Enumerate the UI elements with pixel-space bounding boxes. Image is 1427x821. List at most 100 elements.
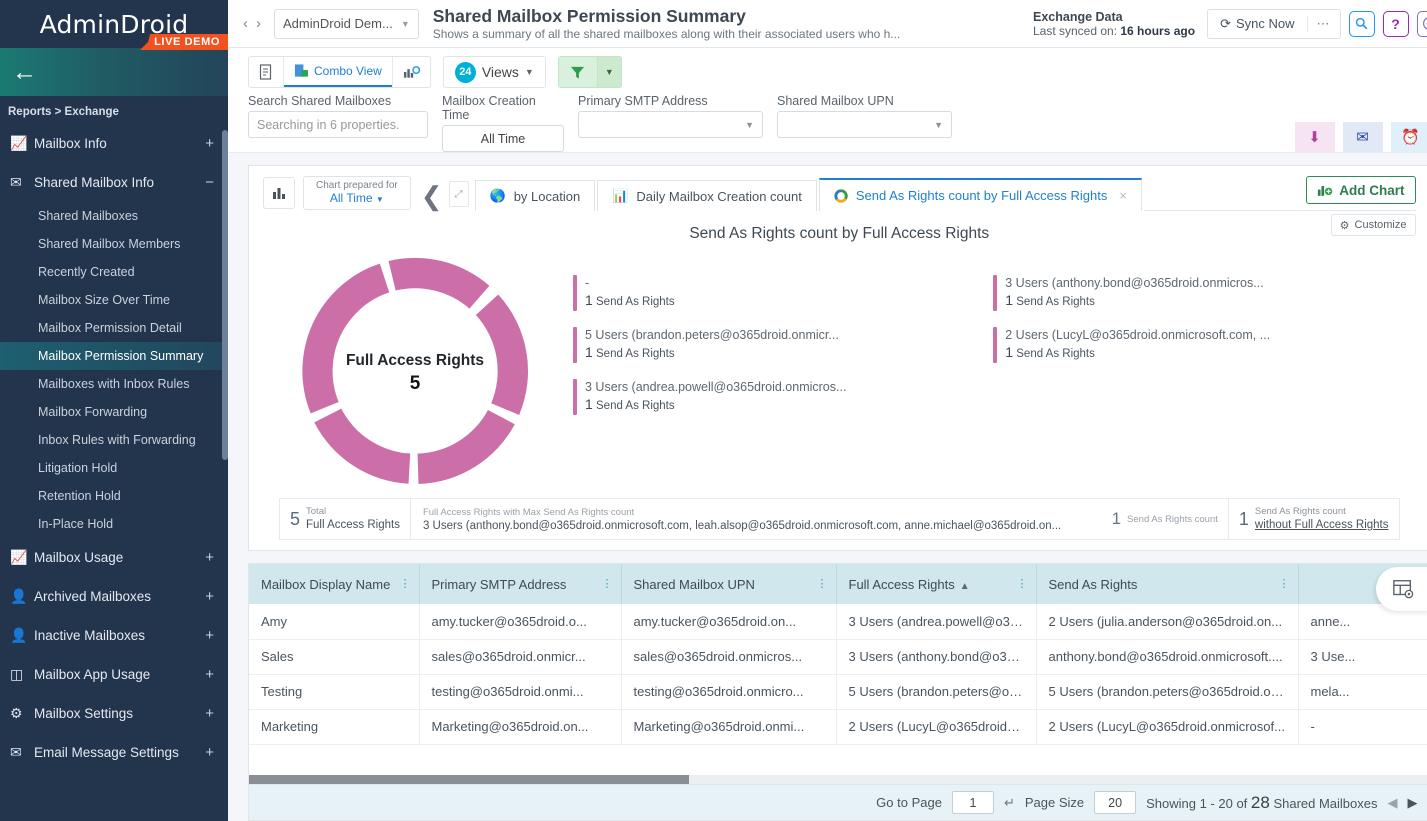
column-header-shared-mailbox-upn[interactable]: Shared Mailbox UPN ⋮ [621, 564, 837, 604]
column-menu-icon[interactable]: ⋮ [400, 579, 411, 590]
chart-type-icon[interactable] [263, 177, 295, 209]
table-row[interactable]: Sales sales@o365droid.onmicr... sales@o3… [249, 639, 1427, 675]
expand-plus-icon[interactable]: + [205, 666, 214, 683]
legend-item[interactable]: 3 Users (andrea.powell@o365droid.onmicro… [573, 379, 983, 415]
expand-plus-icon[interactable]: + [205, 135, 214, 152]
column-header-send-as-rights[interactable]: Send As Rights ⋮ [1036, 564, 1299, 604]
donut-segment-3[interactable] [417, 409, 515, 484]
sidebar-group-mailbox-settings[interactable]: ⚙ Mailbox Settings + [0, 694, 228, 733]
sidebar-item-mailboxes-with-inbox-rules[interactable]: Mailboxes with Inbox Rules [0, 370, 228, 398]
help-icon[interactable]: ? [1382, 10, 1409, 37]
customize-button[interactable]: ⚙ Customize [1330, 214, 1416, 236]
sidebar-group-mailbox-info[interactable]: 📈 Mailbox Info + [0, 124, 228, 163]
sidebar-group-archived-mailboxes[interactable]: 👤 Archived Mailboxes + [0, 577, 228, 616]
legend-item[interactable]: - 1 Send As Rights [573, 275, 983, 311]
legend-item[interactable]: 5 Users (brandon.peters@o365droid.onmicr… [573, 327, 983, 363]
scrollbar-thumb[interactable] [249, 775, 689, 784]
chart-tab-daily-mailbox-creation-count[interactable]: 📊 Daily Mailbox Creation count [597, 180, 817, 211]
search-input[interactable]: Searching in 6 properties. [248, 111, 428, 138]
chart-tab-by-location[interactable]: 🌎 by Location [474, 180, 596, 211]
table-row[interactable]: Testing testing@o365droid.onmi... testin… [249, 674, 1427, 710]
sidebar-item-mailbox-size-over-time[interactable]: Mailbox Size Over Time [0, 286, 228, 314]
sort-ascending-icon[interactable]: ▲ [960, 581, 970, 592]
sidebar-group-email-message-settings[interactable]: ✉ Email Message Settings + [0, 733, 228, 772]
column-menu-icon[interactable]: ⋮ [817, 579, 828, 590]
table-row[interactable]: Amy amy.tucker@o365droid.o... amy.tucker… [249, 604, 1427, 640]
views-dropdown[interactable]: 24 Views ▼ [442, 56, 546, 88]
close-icon[interactable]: × [1119, 188, 1127, 203]
sidebar-item-retention-hold[interactable]: Retention Hold [0, 482, 228, 510]
add-chart-button[interactable]: Add Chart [1306, 176, 1416, 204]
expand-plus-icon[interactable]: + [205, 705, 214, 722]
column-header-primary-smtp-address[interactable]: Primary SMTP Address ⋮ [419, 564, 622, 604]
shared-mailbox-upn-select[interactable]: ▼ [777, 111, 952, 138]
donut-segment-4[interactable] [314, 408, 411, 484]
chart-tabs-prev-icon[interactable]: ❮ [421, 183, 443, 209]
sidebar-item-shared-mailboxes[interactable]: Shared Mailboxes [0, 202, 228, 230]
goto-page-input[interactable]: 1 [951, 791, 994, 814]
column-menu-icon[interactable]: ⋮ [1017, 579, 1028, 590]
search-icon[interactable] [1348, 10, 1375, 37]
check-circle-icon[interactable] [1416, 10, 1427, 37]
tab-combo-view[interactable]: Combo View [284, 57, 392, 87]
expand-plus-icon[interactable]: + [205, 627, 214, 644]
column-header-mailbox-display-name[interactable]: Mailbox Display Name ⋮ [249, 564, 420, 604]
legend-item[interactable]: 2 Users (LucyL@o365droid.onmicrosoft.com… [993, 327, 1403, 363]
collapse-minus-icon[interactable]: − [205, 174, 214, 191]
sidebar-group-shared-mailbox-info[interactable]: ✉ Shared Mailbox Info − [0, 163, 228, 202]
legend-count: 1 [585, 396, 593, 412]
enter-icon[interactable]: ↵ [1004, 795, 1015, 811]
back-strip[interactable]: ← [0, 48, 228, 96]
donut-segment-5[interactable] [302, 263, 390, 414]
download-icon[interactable]: ⬇ [1294, 122, 1335, 152]
pagination-next-icon[interactable]: ▶ [1408, 795, 1418, 811]
sync-now-button[interactable]: ⟳ Sync Now [1208, 16, 1306, 32]
sidebar-item-mailbox-permission-detail[interactable]: Mailbox Permission Detail [0, 314, 228, 342]
creation-time-button[interactable]: All Time [442, 125, 564, 152]
back-arrow-icon[interactable]: ← [12, 59, 37, 85]
legend-item[interactable]: 3 Users (anthony.bond@o365droid.onmicros… [993, 275, 1403, 311]
expand-plus-icon[interactable]: + [205, 744, 214, 761]
chart-body: Full Access Rights 5 - 1 Send As Rights [249, 243, 1427, 498]
nav-forward-icon[interactable]: › [253, 15, 264, 32]
sidebar-item-mailbox-forwarding[interactable]: Mailbox Forwarding [0, 398, 228, 426]
tenant-selector[interactable]: AdminDroid Dem... ▼ [274, 8, 419, 39]
chart-expand-icon[interactable]: ⤢ [448, 181, 469, 207]
sidebar-item-litigation-hold[interactable]: Litigation Hold [0, 454, 228, 482]
table-settings-icon[interactable] [1375, 567, 1427, 611]
sidebar-group-inactive-mailboxes[interactable]: 👤 Inactive Mailboxes + [0, 616, 228, 655]
alarm-icon[interactable]: ⏰ [1390, 122, 1427, 152]
primary-smtp-select[interactable]: ▼ [578, 111, 763, 138]
nav-back-icon[interactable]: ‹ [240, 15, 251, 32]
report-toolbar: Combo View 24 Views ▼ ▼ Search Shared Ma… [228, 48, 1427, 153]
donut-segment-1[interactable] [388, 257, 490, 309]
sidebar-item-in-place-hold[interactable]: In-Place Hold [0, 510, 228, 538]
sidebar-item-inbox-rules-with-forwarding[interactable]: Inbox Rules with Forwarding [0, 426, 228, 454]
filter-icon[interactable] [557, 56, 598, 88]
prepared-value-text: All Time [329, 191, 373, 205]
table-horizontal-scrollbar[interactable] [249, 775, 1427, 784]
sidebar-item-recently-created[interactable]: Recently Created [0, 258, 228, 286]
chart-tab-send-as-rights-count[interactable]: Send As Rights count by Full Access Righ… [818, 178, 1142, 211]
expand-plus-icon[interactable]: + [205, 588, 214, 605]
pagination-prev-icon[interactable]: ◀ [1388, 795, 1398, 811]
sidebar-item-shared-mailbox-members[interactable]: Shared Mailbox Members [0, 230, 228, 258]
chart-prepared-for[interactable]: Chart prepared for All Time ▼ [303, 176, 411, 210]
column-header-full-access-rights[interactable]: Full Access Rights ▲ ⋮ [836, 564, 1037, 604]
sidebar-group-mailbox-usage[interactable]: 📈 Mailbox Usage + [0, 538, 228, 577]
tab-chart-view[interactable] [393, 57, 430, 87]
filter-dropdown-arrow[interactable]: ▼ [597, 56, 622, 88]
tab-report-view[interactable] [249, 57, 283, 87]
sidebar-item-mailbox-permission-summary[interactable]: Mailbox Permission Summary [0, 342, 228, 370]
expand-plus-icon[interactable]: + [205, 549, 214, 566]
sync-more-button[interactable]: ⋯ [1306, 15, 1340, 32]
sidebar-scrollbar[interactable] [222, 130, 228, 460]
summary-without-label-2[interactable]: without Full Access Rights [1255, 518, 1389, 532]
table-row[interactable]: Marketing Marketing@o365droid.on... Mark… [249, 709, 1427, 745]
email-icon[interactable]: ✉ [1342, 122, 1383, 152]
column-menu-icon[interactable]: ⋮ [1279, 579, 1290, 590]
column-menu-icon[interactable]: ⋮ [602, 579, 613, 590]
prepared-value[interactable]: All Time ▼ [330, 192, 384, 206]
sidebar-group-mailbox-app-usage[interactable]: ◫ Mailbox App Usage + [0, 655, 228, 694]
page-size-input[interactable]: 20 [1094, 791, 1137, 814]
